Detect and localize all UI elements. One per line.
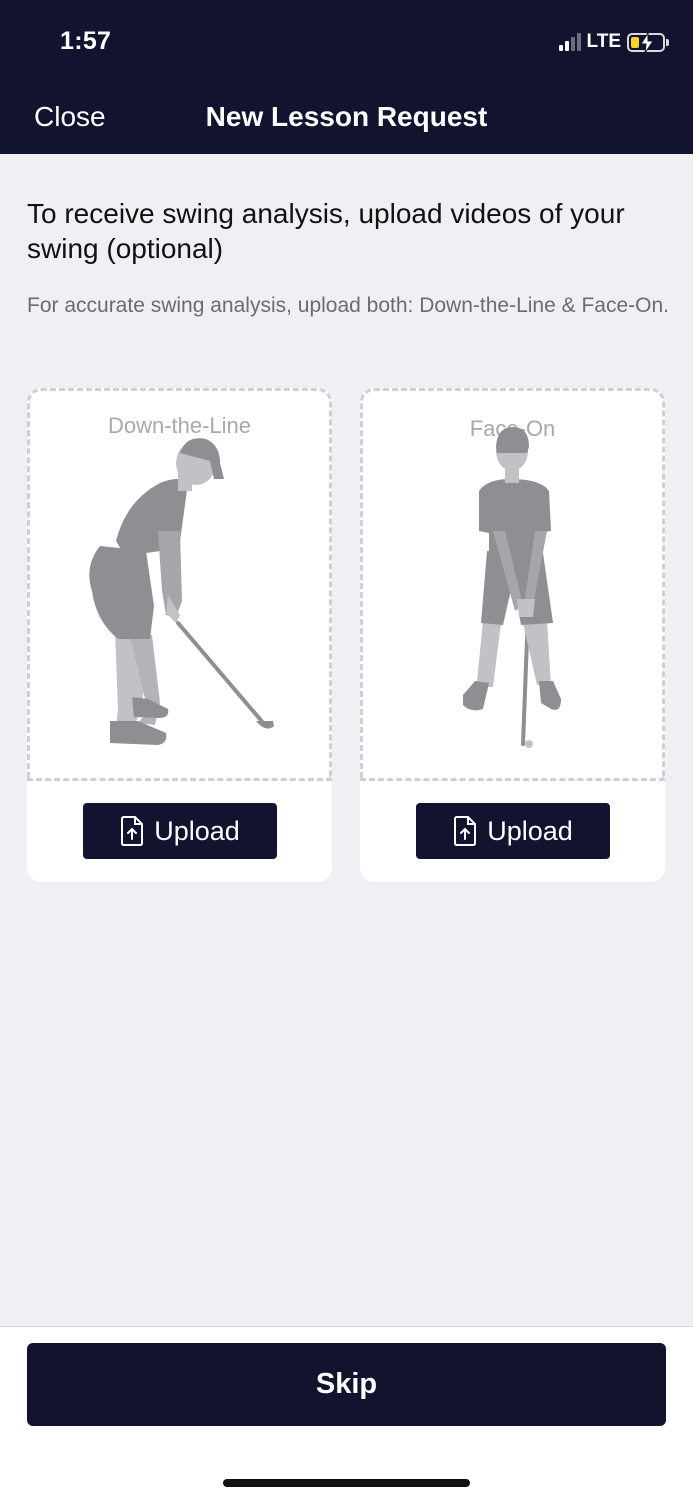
charging-bolt-icon: [640, 31, 654, 53]
app-header: 1:57 LTE Close New Lesson Request: [0, 0, 693, 154]
home-indicator[interactable]: [223, 1479, 470, 1487]
status-indicators: LTE: [558, 30, 669, 54]
skip-button[interactable]: Skip: [27, 1343, 666, 1426]
upload-face-on-button[interactable]: Upload: [416, 803, 610, 859]
upload-down-the-line-button[interactable]: Upload: [83, 803, 277, 859]
battery-icon: [627, 31, 669, 53]
golfer-front-view-icon: [463, 427, 561, 748]
upload-instructions: For accurate swing analysis, upload both…: [27, 294, 669, 317]
status-time: 1:57: [60, 27, 112, 55]
page-title: New Lesson Request: [205, 101, 488, 132]
footer-bar: Skip: [0, 1326, 693, 1500]
golfer-side-view-icon: [89, 438, 274, 745]
network-type: LTE: [586, 31, 621, 52]
signal-icon: [558, 33, 581, 51]
upload-button-label: Upload: [487, 815, 573, 846]
upload-button-label: Upload: [154, 815, 240, 846]
down-the-line-card: Down-the-Line Upload: [27, 388, 332, 882]
face-on-card: Face-On: [360, 388, 665, 882]
file-upload-icon: [121, 816, 144, 846]
upload-heading: To receive swing analysis, upload videos…: [27, 198, 625, 264]
down-the-line-dropzone[interactable]: Down-the-Line: [27, 388, 332, 781]
file-upload-icon: [454, 816, 477, 846]
face-on-dropzone[interactable]: Face-On: [360, 388, 665, 781]
